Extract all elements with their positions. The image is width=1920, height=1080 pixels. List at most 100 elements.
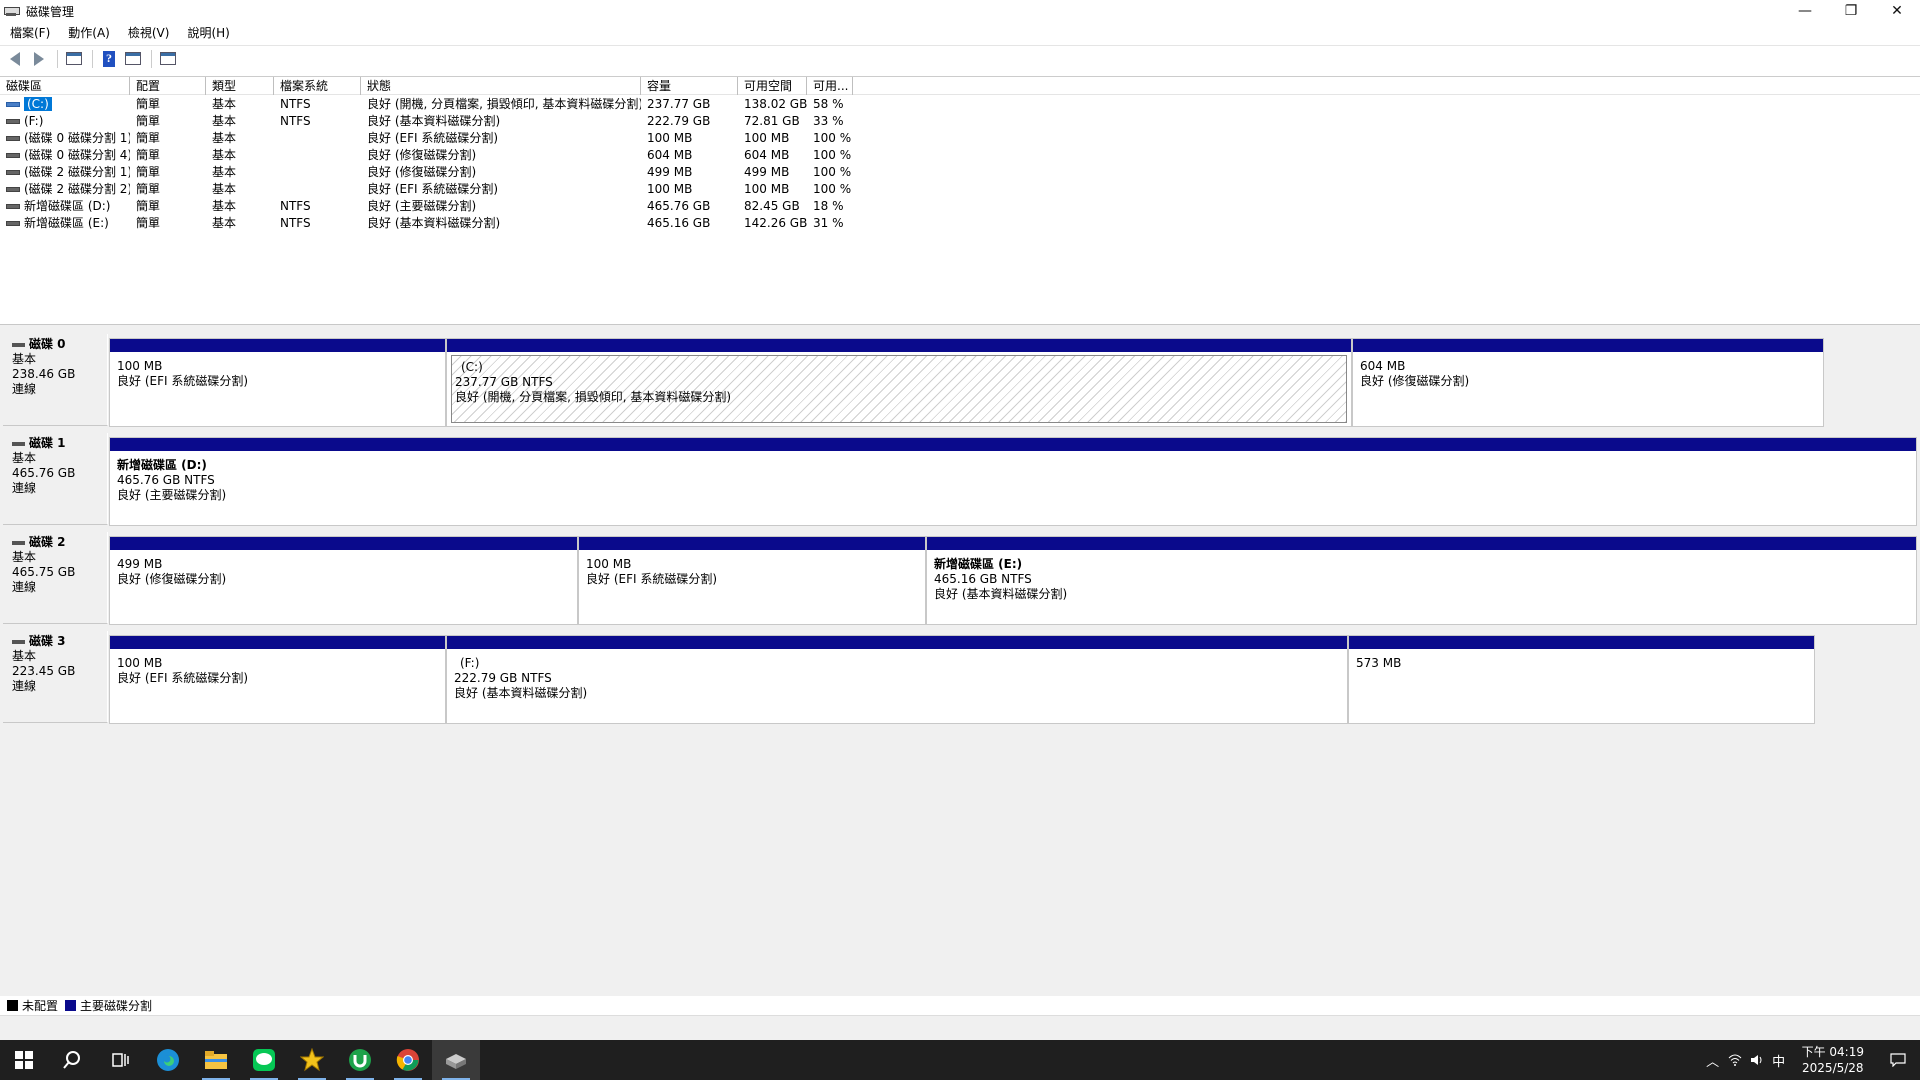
notification-center-button[interactable] (1876, 1040, 1920, 1080)
file-explorer-taskbar-button[interactable] (192, 1040, 240, 1080)
volume-row[interactable]: (磁碟 0 磁碟分割 1) 簡單 基本 良好 (EFI 系統磁碟分割) 100 … (0, 130, 900, 147)
partition-block[interactable]: 100 MB 良好 (EFI 系統磁碟分割) (109, 635, 446, 724)
volume-free-space: 138.02 GB (744, 97, 807, 111)
volume-row[interactable]: (F:) 簡單 基本 NTFS 良好 (基本資料磁碟分割) 222.79 GB … (0, 113, 900, 130)
disk-label[interactable]: 磁碟 3 基本 223.45 GB 連線 (3, 631, 108, 723)
partition-block[interactable]: 604 MB 良好 (修復磁碟分割) (1352, 338, 1824, 427)
partition-size: 499 MB (117, 557, 163, 571)
volume-free-space: 604 MB (744, 148, 790, 162)
chrome-taskbar-button[interactable] (384, 1040, 432, 1080)
volume-type: 基本 (212, 199, 237, 213)
menu-file[interactable]: 檔案(F) (0, 24, 58, 41)
disk-label[interactable]: 磁碟 2 基本 465.75 GB 連線 (3, 532, 108, 624)
column-header-filesystem[interactable]: 檔案系統 (274, 77, 361, 95)
utorrent-taskbar-button[interactable] (336, 1040, 384, 1080)
drive-icon (6, 187, 20, 192)
volume-row[interactable]: 新增磁碟區 (D:) 簡單 基本 NTFS 良好 (主要磁碟分割) 465.76… (0, 198, 900, 215)
show-hidden-icons-button[interactable]: ︿ (1702, 1040, 1724, 1080)
search-button[interactable] (48, 1040, 96, 1080)
legend-unallocated-label: 未配置 (22, 998, 59, 1013)
partition-block[interactable]: 100 MB 良好 (EFI 系統磁碟分割) (578, 536, 926, 625)
column-header-type[interactable]: 類型 (206, 77, 274, 95)
close-button[interactable]: ✕ (1874, 0, 1920, 22)
forward-button[interactable] (28, 49, 50, 69)
drive-icon (6, 153, 20, 158)
volume-row[interactable]: (磁碟 2 磁碟分割 1) 簡單 基本 良好 (修復磁碟分割) 499 MB 4… (0, 164, 900, 181)
column-header-percent-free[interactable]: 可用... (807, 77, 853, 95)
volume-capacity: 465.76 GB (647, 199, 711, 213)
partition-block[interactable]: 新增磁碟區 (D:) 465.76 GB NTFS 良好 (主要磁碟分割) (109, 437, 1917, 526)
disk-graphical-view: 磁碟 0 基本 238.46 GB 連線 100 MB 良好 (EFI 系統磁碟… (0, 328, 1920, 996)
restore-button[interactable]: ❐ (1828, 0, 1874, 22)
ime-indicator[interactable]: 中 (1768, 1040, 1790, 1080)
partition-block[interactable]: 100 MB 良好 (EFI 系統磁碟分割) (109, 338, 446, 427)
disk-icon (12, 540, 25, 545)
column-header-layout[interactable]: 配置 (130, 77, 206, 95)
show-hide-action-pane-button[interactable] (157, 49, 179, 69)
volume-status: 良好 (修復磁碟分割) (367, 165, 477, 179)
volume-button[interactable] (1746, 1040, 1768, 1080)
primary-partition-bar (447, 339, 1351, 352)
volume-row[interactable]: (C:) 簡單 基本 NTFS 良好 (開機, 分頁檔案, 損毀傾印, 基本資料… (0, 96, 900, 113)
menu-bar: 檔案(F) 動作(A) 檢視(V) 說明(H) (0, 22, 1920, 43)
clock[interactable]: 下午 04:19 2025/5/28 (1790, 1044, 1876, 1076)
line-taskbar-button[interactable] (240, 1040, 288, 1080)
volume-percent-free: 100 % (813, 165, 852, 179)
primary-partition-bar (1353, 339, 1823, 352)
partition-status: 良好 (EFI 系統磁碟分割) (586, 572, 718, 586)
volume-capacity: 499 MB (647, 165, 693, 179)
column-header-free-space[interactable]: 可用空間 (738, 77, 807, 95)
partition-block[interactable]: 573 MB (1348, 635, 1815, 724)
volume-capacity: 237.77 GB (647, 97, 711, 111)
partition-block[interactable]: (F:) 222.79 GB NTFS 良好 (基本資料磁碟分割) (446, 635, 1348, 724)
partition-block[interactable]: 499 MB 良好 (修復磁碟分割) (109, 536, 578, 625)
title-bar: 磁碟管理 — ❐ ✕ (0, 0, 1920, 22)
volume-row[interactable]: (磁碟 2 磁碟分割 2) 簡單 基本 良好 (EFI 系統磁碟分割) 100 … (0, 181, 900, 198)
menu-help[interactable]: 說明(H) (177, 24, 237, 41)
properties-icon (125, 52, 141, 65)
chrome-icon (396, 1049, 419, 1071)
start-button[interactable] (0, 1040, 48, 1080)
volume-row[interactable]: 新增磁碟區 (E:) 簡單 基本 NTFS 良好 (基本資料磁碟分割) 465.… (0, 215, 900, 232)
back-button[interactable] (4, 49, 26, 69)
volume-percent-free: 58 % (813, 97, 844, 111)
notification-icon (1890, 1053, 1906, 1067)
partition-size: 573 MB (1356, 656, 1402, 670)
primary-partition-bar (1349, 636, 1814, 649)
volume-row[interactable]: (磁碟 0 磁碟分割 4) 簡單 基本 良好 (修復磁碟分割) 604 MB 6… (0, 147, 900, 164)
column-header-capacity[interactable]: 容量 (641, 77, 738, 95)
volume-name: 新增磁碟區 (D:) (24, 199, 111, 213)
menu-view[interactable]: 檢視(V) (118, 24, 178, 41)
edge-taskbar-button[interactable] (144, 1040, 192, 1080)
task-view-button[interactable] (96, 1040, 144, 1080)
minimize-button[interactable]: — (1782, 0, 1828, 22)
partition-block[interactable]: 新增磁碟區 (E:) 465.16 GB NTFS 良好 (基本資料磁碟分割) (926, 536, 1917, 625)
show-hide-console-tree-button[interactable] (63, 49, 85, 69)
status-bar (0, 1015, 1920, 1040)
drive-icon (6, 204, 20, 209)
volume-percent-free: 100 % (813, 131, 852, 145)
help-button[interactable]: ? (98, 49, 120, 69)
volume-name: (磁碟 0 磁碟分割 4) (24, 148, 130, 162)
disk-label[interactable]: 磁碟 0 基本 238.46 GB 連線 (3, 334, 108, 426)
menu-action[interactable]: 動作(A) (58, 24, 118, 41)
properties-button[interactable] (122, 49, 144, 69)
disk-type: 基本 (12, 649, 37, 663)
star-app-taskbar-button[interactable] (288, 1040, 336, 1080)
volume-type: 基本 (212, 148, 237, 162)
partition-block[interactable]: (C:) 237.77 GB NTFS 良好 (開機, 分頁檔案, 損毀傾印, … (446, 338, 1352, 427)
column-header-volume[interactable]: 磁碟區 (0, 77, 130, 95)
volume-name: (磁碟 2 磁碟分割 1) (24, 165, 130, 179)
partition-status: 良好 (主要磁碟分割) (117, 488, 227, 502)
network-button[interactable] (1724, 1040, 1746, 1080)
column-header-status[interactable]: 狀態 (361, 77, 641, 95)
disk-management-taskbar-button[interactable] (432, 1040, 480, 1080)
disk-size: 238.46 GB (12, 367, 76, 381)
taskbar: ︿ 中 下午 04:19 2025/5/28 (0, 1040, 1920, 1080)
toolbar-separator (151, 49, 152, 68)
disk-type: 基本 (12, 550, 37, 564)
file-explorer-icon (205, 1051, 227, 1069)
disk-label[interactable]: 磁碟 1 基本 465.76 GB 連線 (3, 433, 108, 525)
volume-name: (F:) (24, 114, 44, 128)
volume-capacity: 222.79 GB (647, 114, 711, 128)
